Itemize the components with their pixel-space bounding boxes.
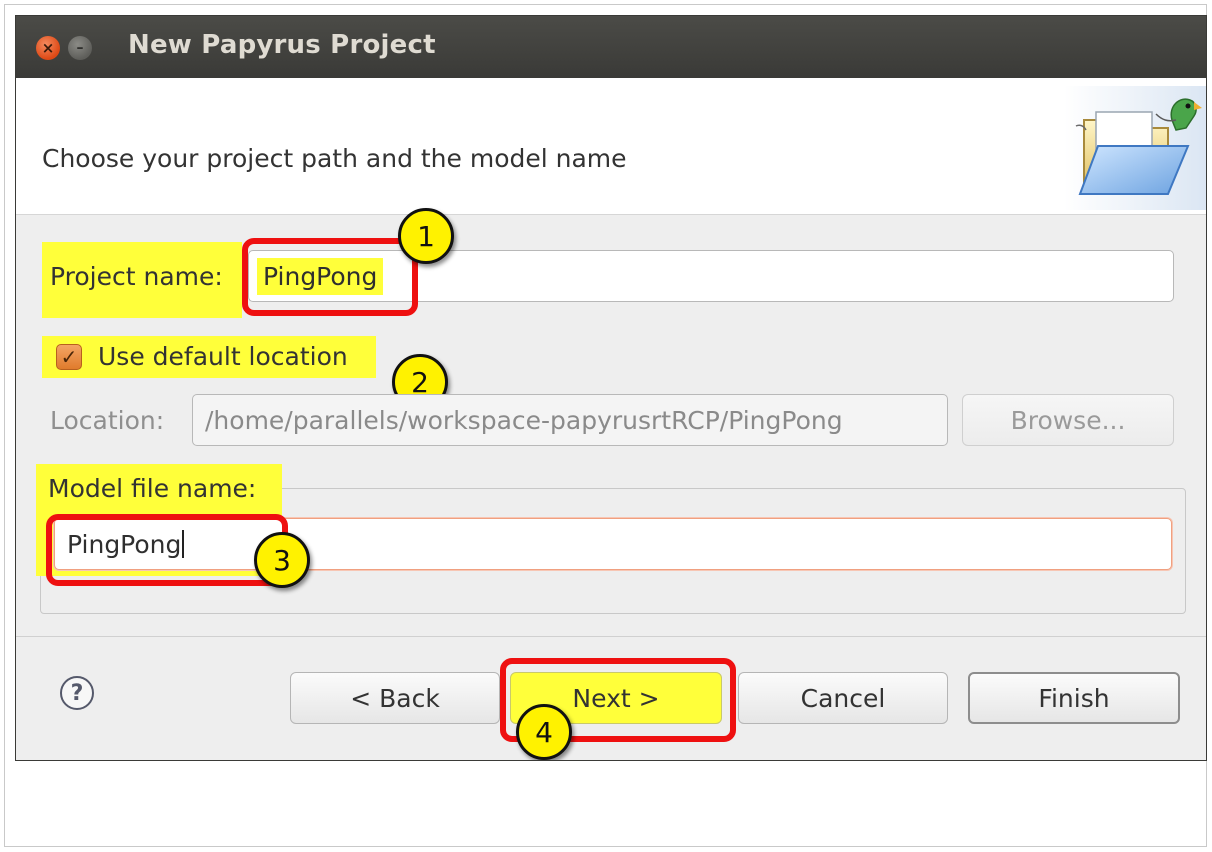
open-folder-with-parrot-icon xyxy=(1064,86,1206,210)
finish-button[interactable]: Finish xyxy=(968,672,1180,724)
project-name-label: Project name: xyxy=(50,262,223,291)
callout-1: 1 xyxy=(398,208,454,264)
project-name-annotation-box xyxy=(242,238,418,316)
wizard-header: Choose your project path and the model n… xyxy=(16,78,1206,215)
minimize-icon: – xyxy=(76,40,84,56)
location-field: /home/parallels/workspace-papyrusrtRCP/P… xyxy=(192,394,948,446)
minimize-window-button[interactable]: – xyxy=(68,36,92,60)
window-title: New Papyrus Project xyxy=(128,30,436,60)
callout-3: 3 xyxy=(254,532,310,588)
use-default-location-checkbox[interactable]: ✓ xyxy=(56,344,82,370)
back-button[interactable]: < Back xyxy=(290,672,500,724)
wizard-description: Choose your project path and the model n… xyxy=(42,144,627,173)
title-bar[interactable]: × – New Papyrus Project xyxy=(16,16,1206,78)
use-default-location-label[interactable]: Use default location xyxy=(98,342,348,371)
close-icon: × xyxy=(41,39,55,57)
location-value: /home/parallels/workspace-papyrusrtRCP/P… xyxy=(205,405,843,435)
help-icon[interactable]: ? xyxy=(60,676,94,710)
location-label: Location: xyxy=(50,406,165,435)
button-bar-separator xyxy=(16,636,1206,637)
model-file-name-label: Model file name: xyxy=(48,474,257,503)
browse-button: Browse... xyxy=(962,394,1174,446)
cancel-button[interactable]: Cancel xyxy=(738,672,948,724)
close-window-button[interactable]: × xyxy=(36,36,60,60)
check-icon: ✓ xyxy=(60,345,78,369)
new-papyrus-project-dialog: × – New Papyrus Project Choose your proj… xyxy=(16,16,1206,760)
model-file-name-annotation-box xyxy=(46,514,288,586)
callout-4: 4 xyxy=(516,704,572,760)
